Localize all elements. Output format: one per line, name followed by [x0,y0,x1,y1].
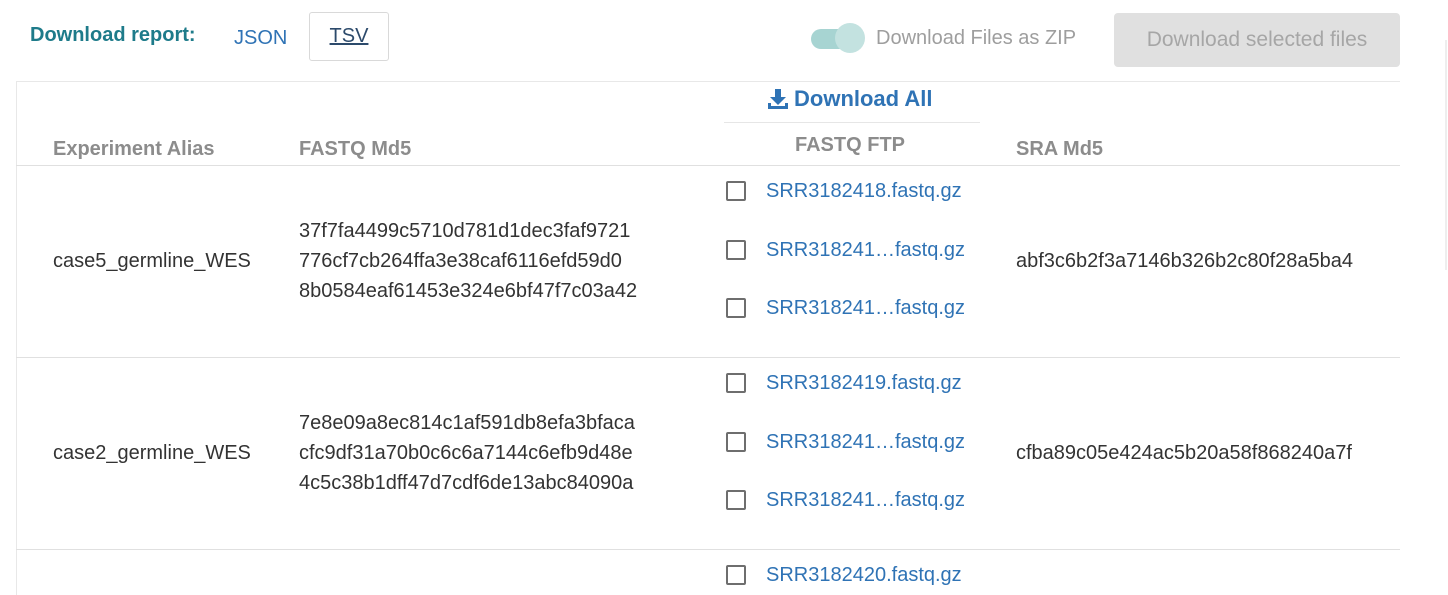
file-checkbox[interactable] [726,181,746,201]
sra-md5-cell: abf3c6b2f3a7146b326b2c80f28a5ba4 [1016,250,1353,272]
row-divider [16,357,1400,358]
download-all-button[interactable]: Download All [767,86,933,112]
download-selected-button[interactable]: Download selected files [1114,13,1400,67]
header-sra-md5[interactable]: SRA Md5 [1016,138,1103,161]
md5-value: 37f7fa4499c5710d781d1dec3faf9721 [299,220,631,242]
fastq-md5-cell: 37f7fa4499c5710d781d1dec3faf9721 776cf7c… [299,216,637,306]
format-json-link[interactable]: JSON [234,27,287,50]
md5-value: 776cf7cb264ffa3e38caf6116efd59d0 [299,250,622,272]
file-checkbox[interactable] [726,565,746,585]
file-checkbox[interactable] [726,490,746,510]
experiment-alias-cell: case5_germline_WES [53,250,251,272]
table-left-border [16,81,17,595]
fastq-ftp-link[interactable]: SRR3182418.fastq.gz [766,180,962,203]
format-tsv-button[interactable]: TSV [309,12,389,61]
file-checkbox[interactable] [726,298,746,318]
file-report-page: Download report: JSON TSV Download Files… [0,0,1448,595]
file-checkbox[interactable] [726,373,746,393]
fastq-ftp-link[interactable]: SRR3182419.fastq.gz [766,372,962,395]
fastq-ftp-link[interactable]: SRR318241…fastq.gz [766,297,965,320]
table-top-border [16,81,1400,82]
sra-md5-cell: cfba89c05e424ac5b20a58f868240a7f [1016,442,1352,464]
experiment-alias-cell: case2_germline_WES [53,442,251,464]
md5-value: cfc9df31a70b0c6c6a7144c6efb9d48e [299,442,633,464]
fastq-ftp-link[interactable]: SRR318241…fastq.gz [766,431,965,454]
md5-value: 7e8e09a8ec814c1af591db8efa3bfaca [299,412,635,434]
zip-toggle-switch[interactable] [811,23,865,53]
md5-value: 4c5c38b1dff47d7cdf6de13abc84090a [299,472,634,494]
header-divider [16,165,1400,166]
download-report-label: Download report: [30,24,196,46]
download-arrow-icon [768,89,788,109]
zip-toggle-label: Download Files as ZIP [876,27,1077,49]
fastq-md5-cell: 7e8e09a8ec814c1af591db8efa3bfaca cfc9df3… [299,408,635,498]
row-divider [16,549,1400,550]
toggle-knob [835,23,865,53]
file-checkbox[interactable] [726,240,746,260]
fastq-ftp-link[interactable]: SRR3182420.fastq.gz [766,564,962,587]
header-fastq-ftp[interactable]: FASTQ FTP [795,134,905,157]
download-all-divider [724,122,980,123]
header-fastq-md5[interactable]: FASTQ Md5 [299,138,411,161]
header-experiment-alias[interactable]: Experiment Alias [53,138,215,161]
download-all-label: Download All [794,86,933,111]
fastq-ftp-link[interactable]: SRR318241…fastq.gz [766,489,965,512]
file-checkbox[interactable] [726,432,746,452]
fastq-ftp-link[interactable]: SRR318241…fastq.gz [766,239,965,262]
md5-value: 8b0584eaf61453e324e6bf47f7c03a42 [299,280,638,302]
scrollbar-track[interactable] [1445,40,1447,270]
